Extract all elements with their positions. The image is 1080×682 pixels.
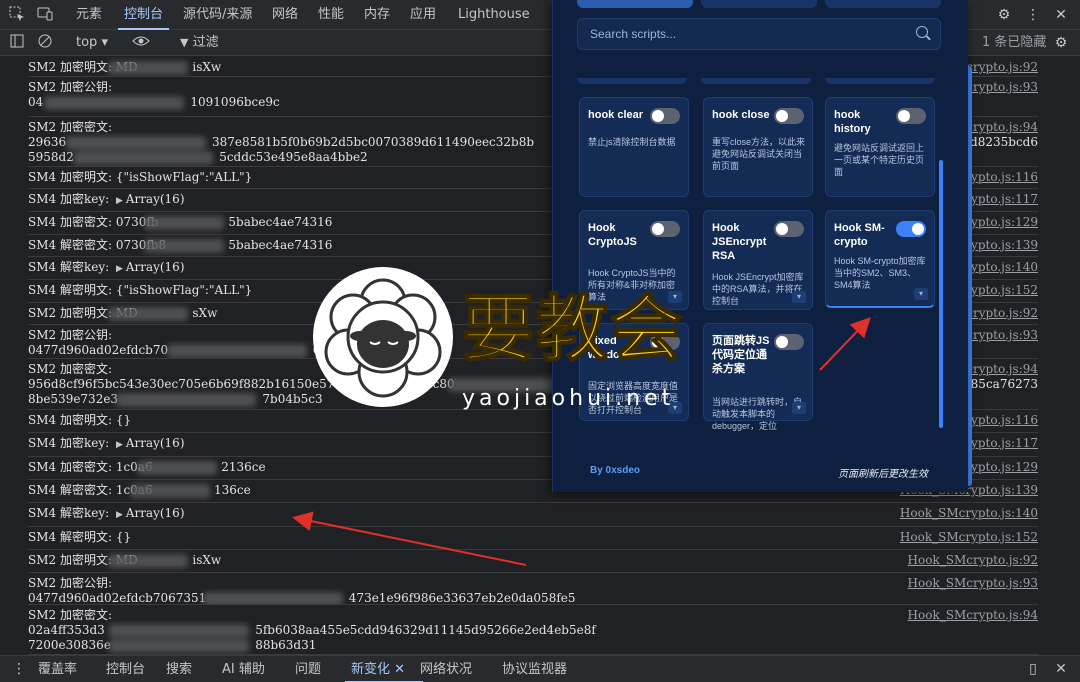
drawer-tab-ai[interactable]: AI 辅助 — [222, 656, 265, 682]
watermark-text: 要教会 — [461, 286, 685, 372]
drawer-tab-issues[interactable]: 问题 — [295, 656, 321, 682]
sheep-logo — [313, 267, 453, 407]
drawer-tab-network-conditions[interactable]: 网络状况 — [420, 656, 472, 682]
drawer-tab-console[interactable]: 控制台 — [106, 656, 145, 682]
drawer-tab-whats-new[interactable]: 新变化 ✕ — [344, 656, 424, 682]
drawer-tabbar: ⋮ 覆盖率 控制台 搜索 AI 辅助 问题 新变化 ✕ 网络状况 协议监视器 ▯… — [0, 655, 1080, 682]
arrow-to-popup — [819, 317, 871, 371]
drawer-tab-protocol-monitor[interactable]: 协议监视器 — [502, 656, 567, 682]
drawer-menu-icon[interactable]: ⋮ — [10, 660, 28, 678]
drawer-tab-whats-new-label: 新变化 — [351, 662, 391, 677]
watermark-url: yaojiaohui.net — [462, 386, 675, 411]
drawer-tab-coverage[interactable]: 覆盖率 — [38, 656, 77, 682]
dock-icon[interactable]: ▯ — [1024, 660, 1042, 678]
drawer-close-icon[interactable]: ✕ — [1052, 660, 1070, 678]
close-tab-icon[interactable]: ✕ — [394, 662, 405, 677]
drawer-tab-search[interactable]: 搜索 — [166, 656, 192, 682]
arrow-to-console — [292, 511, 527, 566]
